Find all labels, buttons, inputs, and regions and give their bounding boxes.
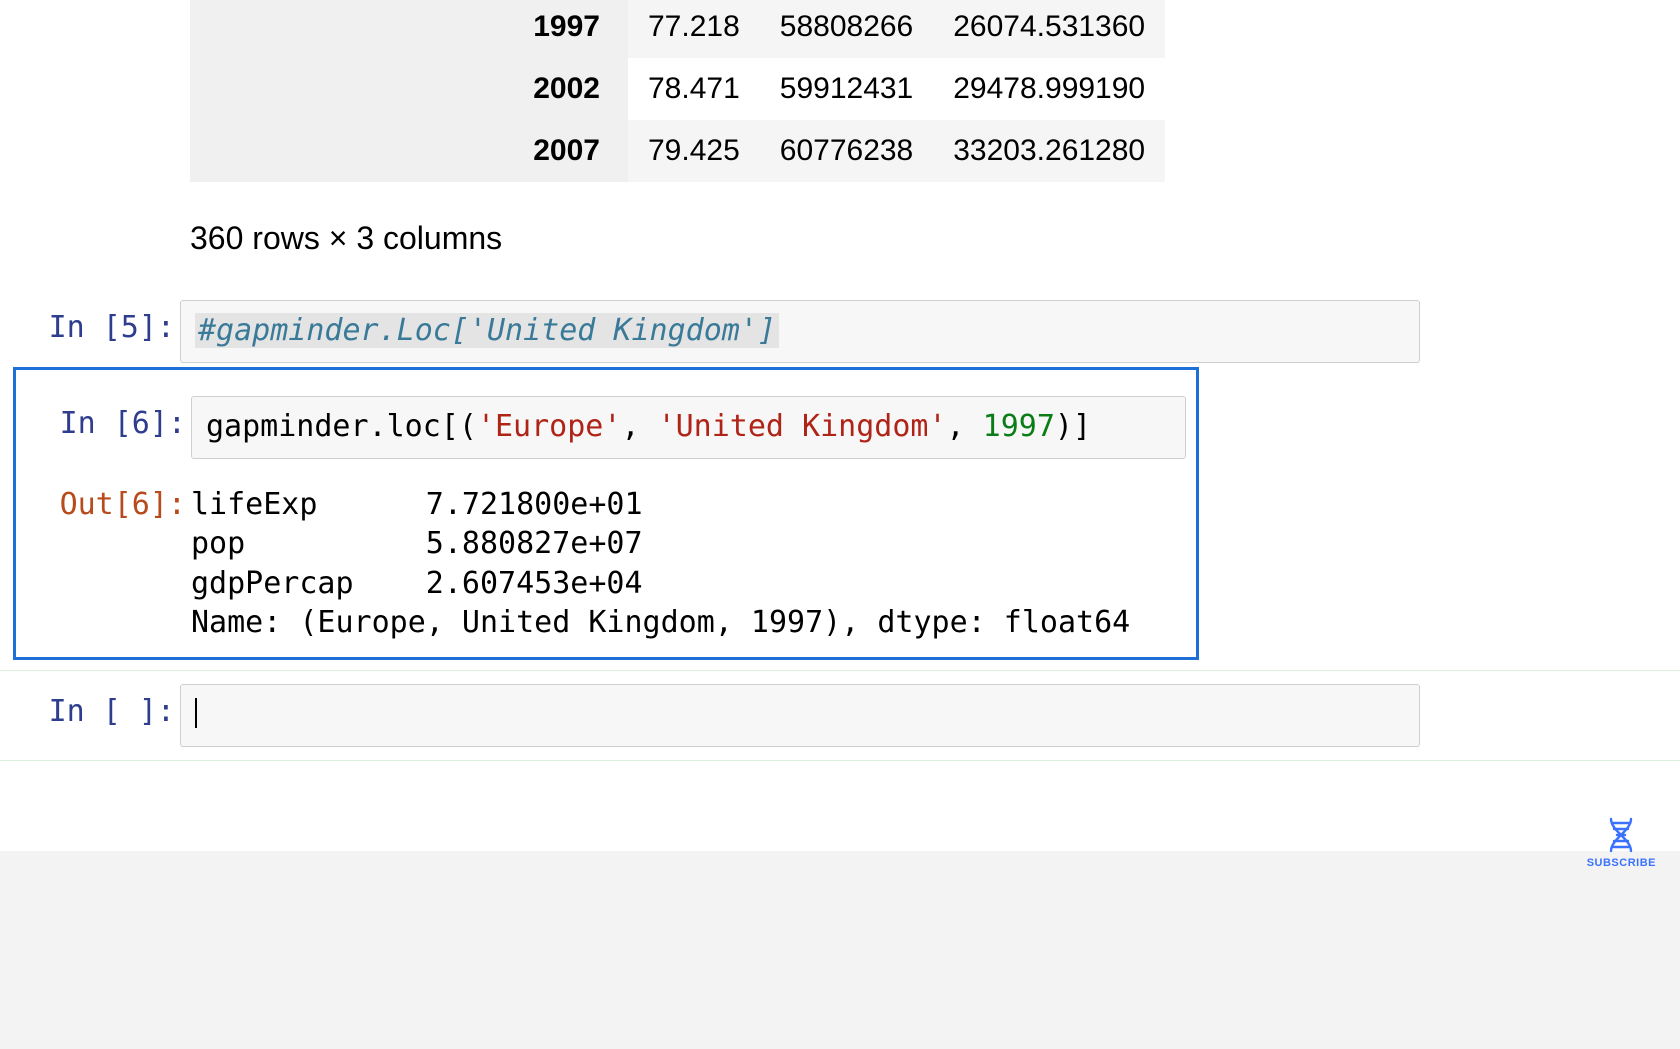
cell-gdp: 29478.999190 (933, 58, 1165, 120)
text-cursor (195, 698, 197, 728)
notebook-cell-empty[interactable]: In [ ]: (15, 684, 1680, 747)
input-prompt: In [6]: (26, 396, 186, 442)
notebook-cell-5[interactable]: In [5]: #gapminder.Loc['United Kingdom'] (15, 300, 1680, 363)
cell-pop: 60776238 (760, 120, 933, 182)
cell-pop: 59912431 (760, 58, 933, 120)
cell-lifeexp: 77.218 (628, 0, 760, 58)
notebook-cell-6-selected[interactable]: In [6]: gapminder.loc[('Europe', 'United… (13, 367, 1199, 660)
cell-gdp: 26074.531360 (933, 0, 1165, 58)
code-input[interactable]: #gapminder.Loc['United Kingdom'] (180, 300, 1420, 363)
row-index: 2007 (190, 120, 628, 182)
row-index: 1997 (190, 0, 628, 58)
dna-icon (1587, 815, 1656, 855)
subscribe-label: SUBSCRIBE (1587, 857, 1656, 869)
output-prompt: Out[6]: (26, 477, 186, 523)
code-comment: #gapminder.Loc['United Kingdom'] (195, 313, 779, 348)
row-index: 2002 (190, 58, 628, 120)
cell-lifeexp: 78.471 (628, 58, 760, 120)
cell-separator (0, 670, 1680, 671)
dataframe-preview: 1997 77.218 58808266 26074.531360 2002 7… (190, 0, 1175, 257)
table-row: 2007 79.425 60776238 33203.261280 (190, 120, 1165, 182)
code-input[interactable]: gapminder.loc[('Europe', 'United Kingdom… (191, 396, 1186, 459)
subscribe-badge[interactable]: SUBSCRIBE (1587, 815, 1656, 869)
cell-lifeexp: 79.425 (628, 120, 760, 182)
input-prompt: In [ ]: (15, 684, 175, 730)
cell-pop: 58808266 (760, 0, 933, 58)
table-row: 1997 77.218 58808266 26074.531360 (190, 0, 1165, 58)
input-prompt: In [5]: (15, 300, 175, 346)
footer-area (0, 851, 1680, 1049)
dataframe-shape-summary: 360 rows × 3 columns (190, 220, 1175, 257)
cell-output-text: lifeExp 7.721800e+01 pop 5.880827e+07 gd… (191, 477, 1196, 643)
cell-gdp: 33203.261280 (933, 120, 1165, 182)
dataframe-table: 1997 77.218 58808266 26074.531360 2002 7… (190, 0, 1165, 182)
code-input[interactable] (180, 684, 1420, 747)
table-row: 2002 78.471 59912431 29478.999190 (190, 58, 1165, 120)
cell-separator (0, 760, 1680, 761)
